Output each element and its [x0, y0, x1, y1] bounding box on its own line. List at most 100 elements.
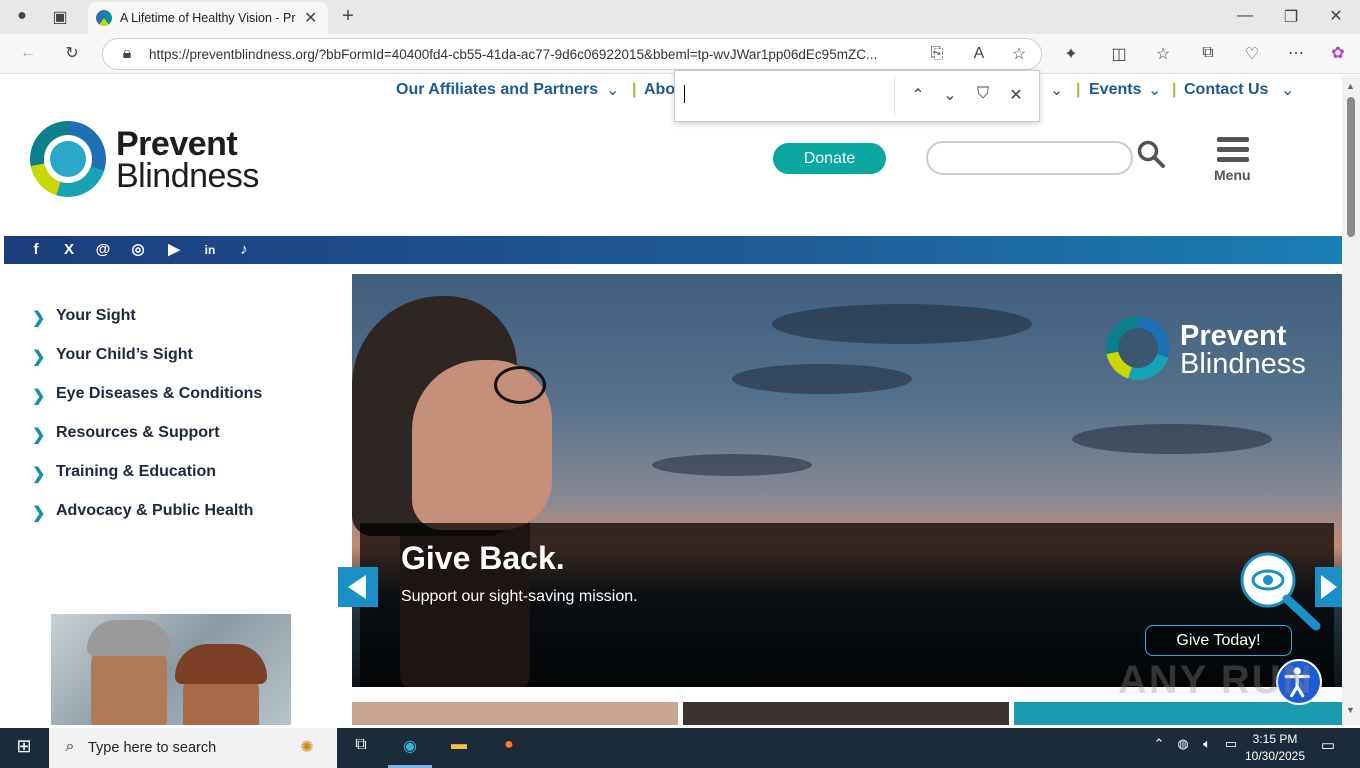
- browser-tab[interactable]: A Lifetime of Healthy Vision - Prevent B…: [88, 2, 328, 34]
- logo-text-line2: Blindness: [116, 157, 259, 195]
- clock-time: 3:15 PM: [1252, 732, 1298, 746]
- network-icon[interactable]: ◍: [1171, 736, 1195, 760]
- instagram-icon[interactable]: ◎: [128, 240, 148, 260]
- edge-browser-icon[interactable]: ◉: [398, 736, 422, 760]
- browser-tab-bar: ● ▣ A Lifetime of Healthy Vision - Preve…: [0, 0, 1360, 34]
- address-bar[interactable]: 🔒︎ https://preventblindness.org/?bbFormI…: [102, 38, 1042, 70]
- minimize-icon[interactable]: —: [1233, 7, 1257, 25]
- chevron-down-icon: ⌄: [1281, 82, 1295, 99]
- scrollbar-thumb[interactable]: [1347, 97, 1355, 237]
- carousel-prev-arrow-icon[interactable]: [338, 567, 378, 607]
- hero-carousel[interactable]: Prevent Blindness Give Back. Support our…: [352, 274, 1342, 687]
- more-options-icon[interactable]: ⋯: [1284, 43, 1308, 63]
- search-highlight-icon: ✺: [300, 739, 314, 756]
- chevron-down-icon: ⌄: [1148, 82, 1162, 99]
- find-in-page-bar: ⌃ ⌄ ⛉ ✕: [674, 70, 1040, 122]
- clock-date: 10/30/2025: [1244, 749, 1306, 763]
- nav-contact-us[interactable]: Contact Us: [1184, 81, 1268, 99]
- x-icon[interactable]: X: [59, 240, 79, 260]
- text-cursor: [684, 85, 685, 103]
- page-scrollbar[interactable]: ▲ ▼: [1342, 75, 1360, 725]
- collections-icon[interactable]: ⧉: [1196, 44, 1220, 62]
- find-next-icon[interactable]: ⌄: [939, 85, 961, 105]
- read-aloud-icon[interactable]: A: [967, 45, 991, 63]
- tab-close-icon[interactable]: ✕: [304, 8, 317, 28]
- restore-icon[interactable]: ❐: [1279, 7, 1303, 27]
- volume-icon[interactable]: 🔈︎: [1195, 736, 1219, 760]
- windows-start-icon[interactable]: ⊞: [12, 736, 36, 760]
- windows-taskbar: ⊞ ⌕ Type here to search ✺ ⧉ ◉ ▬ ● ⌃ ◍ 🔈︎…: [0, 728, 1360, 768]
- find-previous-icon[interactable]: ⌃: [907, 85, 929, 105]
- find-input[interactable]: [679, 79, 889, 111]
- refresh-icon[interactable]: ↻: [60, 43, 84, 63]
- favorite-star-icon[interactable]: ☆: [1007, 44, 1031, 64]
- chevron-right-icon: ❯: [32, 349, 46, 366]
- glasses: [494, 366, 546, 404]
- scroll-up-icon[interactable]: ▲: [1346, 81, 1355, 91]
- tab-actions-icon[interactable]: ▣: [48, 7, 72, 27]
- search-icon[interactable]: [1136, 139, 1166, 169]
- performance-icon[interactable]: ♡: [1240, 44, 1264, 64]
- hamburger-icon: [1217, 137, 1249, 142]
- taskbar-search-box[interactable]: ⌕ Type here to search ✺: [49, 728, 337, 768]
- extensions-icon[interactable]: ✦: [1059, 44, 1083, 64]
- chevron-right-icon: ❯: [32, 310, 46, 327]
- menu-button[interactable]: Menu: [1214, 137, 1254, 185]
- profile-icon[interactable]: ●: [10, 7, 34, 25]
- anyrun-watermark: ANY RUN: [1118, 658, 1314, 702]
- donate-button[interactable]: Donate: [773, 143, 886, 174]
- scroll-down-icon[interactable]: ▼: [1346, 705, 1355, 715]
- web-page: Our Affiliates and Partners ⌄ | Abou ⌄ |…: [4, 75, 1342, 725]
- url-text: https://preventblindness.org/?bbFormId=4…: [149, 47, 878, 62]
- browser-toolbar: ← ↻ 🔒︎ https://preventblindness.org/?bbF…: [0, 34, 1360, 74]
- site-info-icon[interactable]: 🔒︎: [115, 45, 139, 63]
- eye-logo-icon: [30, 121, 106, 197]
- hero-title: Give Back.: [401, 540, 565, 576]
- filter-icon[interactable]: ⛉: [972, 85, 994, 103]
- system-clock[interactable]: 3:15 PM 10/30/2025: [1240, 731, 1310, 765]
- task-view-icon[interactable]: ⧉: [349, 736, 373, 760]
- chevron-down-icon: ⌄: [606, 82, 620, 99]
- tiktok-icon[interactable]: ♪: [234, 240, 254, 260]
- chevron-right-icon: ❯: [32, 505, 46, 522]
- back-icon[interactable]: ←: [16, 44, 40, 62]
- site-favicon-icon: [96, 10, 112, 26]
- content-tile[interactable]: [683, 702, 1009, 725]
- hero-subtitle: Support our sight-saving mission.: [401, 588, 638, 605]
- taskbar-search-placeholder: Type here to search: [88, 740, 217, 756]
- nav-events[interactable]: Events: [1089, 81, 1141, 99]
- nav-affiliates-partners[interactable]: Our Affiliates and Partners: [396, 81, 598, 99]
- eye-logo-icon: [1106, 316, 1170, 380]
- chevron-right-icon: ❯: [32, 466, 46, 483]
- threads-icon[interactable]: @: [93, 240, 113, 260]
- tab-title: A Lifetime of Healthy Vision - Prevent B…: [120, 11, 296, 25]
- favorites-icon[interactable]: ☆: [1151, 44, 1175, 64]
- search-input[interactable]: [926, 141, 1133, 175]
- nav-divider: |: [1172, 81, 1177, 98]
- linkedin-icon[interactable]: in: [200, 240, 220, 260]
- notifications-icon[interactable]: ▭: [1316, 736, 1340, 760]
- menu-label: Menu: [1214, 167, 1251, 183]
- chevron-right-icon: ❯: [32, 427, 46, 444]
- give-today-button[interactable]: Give Today!: [1145, 625, 1292, 656]
- firefox-icon[interactable]: ●: [497, 736, 521, 760]
- split-screen-icon[interactable]: ◫: [1107, 44, 1131, 64]
- translate-icon[interactable]: ⎘: [925, 45, 949, 63]
- nav-divider: |: [632, 81, 637, 98]
- facebook-icon[interactable]: f: [26, 240, 46, 260]
- social-bar: f X @ ◎ ▶ in ♪: [4, 236, 1342, 264]
- new-tab-button[interactable]: +: [336, 5, 360, 28]
- chevron-down-icon: ⌄: [1050, 82, 1064, 99]
- content-tile[interactable]: [352, 702, 678, 725]
- youtube-icon[interactable]: ▶: [164, 240, 184, 260]
- search-icon: ⌕: [65, 738, 75, 755]
- file-explorer-icon[interactable]: ▬: [447, 736, 471, 760]
- close-window-icon[interactable]: ✕: [1324, 6, 1348, 26]
- tray-overflow-icon[interactable]: ⌃: [1147, 736, 1171, 760]
- couple-photo: [51, 614, 291, 725]
- copilot-icon[interactable]: ✿: [1326, 43, 1350, 63]
- nav-divider: |: [1076, 81, 1081, 98]
- carousel-next-arrow-icon[interactable]: [1315, 567, 1342, 607]
- close-icon[interactable]: ✕: [1005, 85, 1027, 105]
- chevron-right-icon: ❯: [32, 388, 46, 405]
